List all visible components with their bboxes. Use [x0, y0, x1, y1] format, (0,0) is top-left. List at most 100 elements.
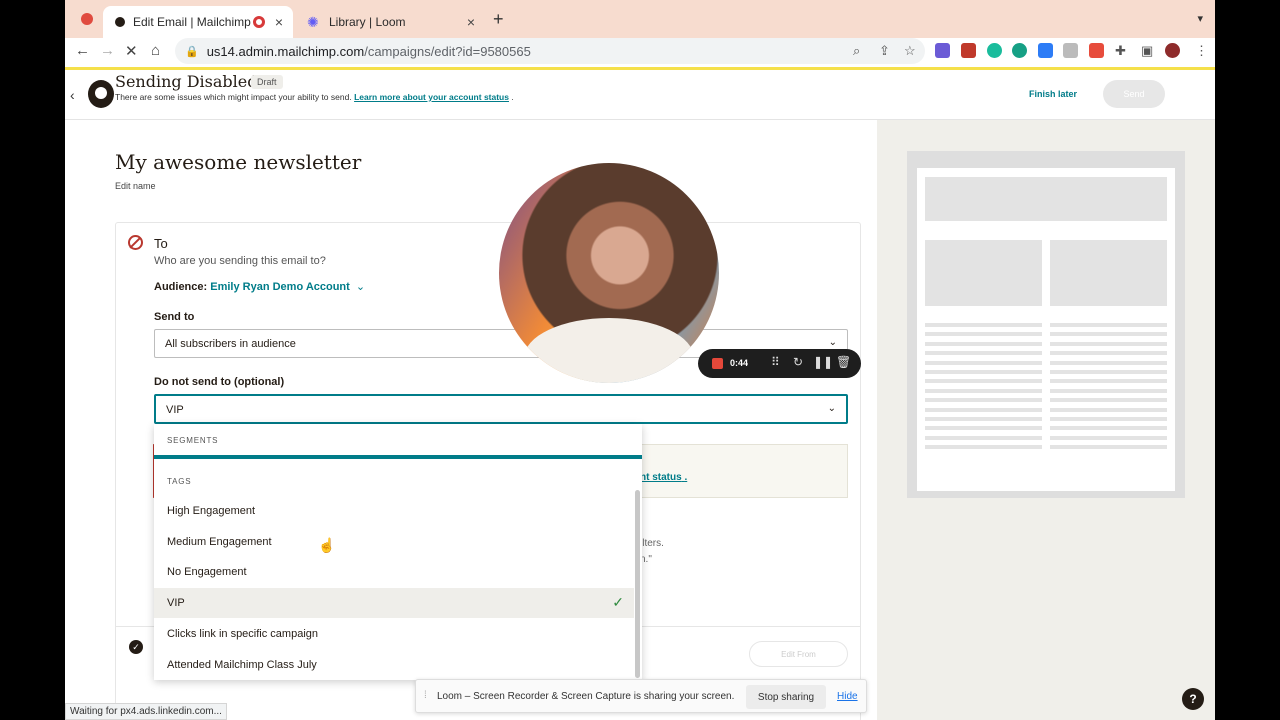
profile-avatar[interactable] — [1165, 43, 1180, 58]
address-bar[interactable]: 🔒 us14.admin.mailchimp.com/campaigns/edi… — [175, 38, 925, 64]
sending-status-title: Sending Disabled — [115, 72, 258, 91]
preview-text-line — [1050, 323, 1167, 327]
side-panel-icon[interactable]: ▣ — [1141, 43, 1153, 59]
browser-toolbar: ← → ✕ ⌂ 🔒 us14.admin.mailchimp.com/campa… — [65, 38, 1215, 66]
browser-menu-icon[interactable]: ⋮ — [1195, 43, 1208, 59]
send-button[interactable]: Send — [1103, 80, 1165, 108]
url-host: us14.admin.mailchimp.com — [206, 43, 365, 59]
recording-indicator — [81, 13, 93, 25]
mailchimp-logo-icon[interactable] — [88, 80, 114, 108]
audience-selector[interactable]: Audience: Emily Ryan Demo Account ⌄ — [154, 280, 365, 293]
preview-text-line — [1050, 360, 1167, 365]
forward-icon[interactable]: → — [100, 42, 115, 59]
check-complete-icon: ✓ — [129, 640, 143, 654]
preview-text-line — [925, 426, 1042, 431]
loom-favicon-icon: ✺ — [307, 14, 319, 30]
zoom-search-icon[interactable]: ⌕ — [853, 43, 860, 59]
account-status-link[interactable]: Learn more about your account status — [354, 92, 509, 102]
dropdown-option[interactable]: Attended Mailchimp Class July — [154, 650, 634, 680]
drag-grip-icon[interactable]: ⁞ — [424, 690, 427, 701]
campaign-header: ‹ Sending Disabled Draft There are some … — [65, 70, 1215, 120]
extension-icon[interactable] — [1038, 43, 1053, 58]
stop-loading-icon[interactable]: ✕ — [125, 42, 138, 60]
audience-name[interactable]: Emily Ryan Demo Account — [210, 281, 350, 293]
stop-recording-icon[interactable] — [712, 358, 723, 369]
dropdown-option[interactable]: Clicks link in specific campaign — [154, 619, 634, 649]
camera-extension-icon[interactable] — [1063, 43, 1078, 58]
preview-text-line — [925, 445, 1042, 450]
preview-text-line — [925, 417, 1042, 421]
chevron-down-icon[interactable]: ⌄ — [829, 337, 837, 348]
preview-text-line — [925, 388, 1042, 393]
browser-window: Edit Email | Mailchimp × ✺ Library | Loo… — [65, 0, 1215, 720]
preview-text-line — [925, 323, 1042, 327]
do-not-send-label: Do not send to (optional) — [154, 376, 285, 388]
send-to-value: All subscribers in audience — [165, 338, 296, 350]
restart-icon[interactable]: ↻ — [793, 355, 803, 369]
tab-mailchimp[interactable]: Edit Email | Mailchimp × — [103, 6, 293, 38]
do-not-send-dropdown[interactable]: SEGMENTS TAGS High Engagement Medium Eng… — [154, 424, 642, 680]
preview-text-line — [1050, 435, 1167, 440]
preview-text-line — [925, 398, 1042, 403]
mailchimp-favicon-icon — [115, 17, 125, 27]
dropdown-option[interactable]: No Engagement — [154, 557, 634, 587]
dropdown-option[interactable]: Medium Engagement — [154, 527, 634, 557]
preview-text-line — [1050, 351, 1167, 356]
option-label: VIP — [167, 597, 185, 609]
tags-header: TAGS — [167, 477, 192, 486]
segments-divider — [154, 455, 642, 459]
hide-link[interactable]: Hide — [837, 691, 858, 702]
url-path: /campaigns/edit?id=9580565 — [364, 43, 531, 59]
dropdown-option[interactable]: High Engagement — [154, 496, 634, 526]
back-icon[interactable]: ← — [75, 42, 90, 59]
stop-sharing-button[interactable]: Stop sharing — [746, 685, 826, 709]
extension-icon[interactable] — [935, 43, 950, 58]
preview-text-line — [925, 370, 1042, 374]
screen-share-bar: ⁞ Loom – Screen Recorder & Screen Captur… — [415, 679, 867, 713]
do-not-send-select[interactable]: VIP ⌄ — [154, 394, 848, 424]
edit-name-link[interactable]: Edit name — [115, 181, 156, 191]
preview-image-block — [1050, 240, 1167, 306]
close-tab-icon[interactable]: × — [467, 14, 475, 30]
home-icon[interactable]: ⌂ — [151, 42, 160, 59]
preview-text-line — [925, 332, 1042, 337]
help-button[interactable]: ? — [1182, 688, 1204, 710]
send-to-label: Send to — [154, 311, 195, 323]
extension-icon[interactable] — [1012, 43, 1027, 58]
tab-search-chevron-icon[interactable]: ▾ — [1197, 12, 1203, 25]
drag-handle-icon[interactable]: ⠿ — [771, 355, 780, 369]
share-message: Loom – Screen Recorder & Screen Capture … — [437, 691, 735, 702]
preview-image-block — [925, 240, 1042, 306]
extensions-puzzle-icon[interactable]: ✚ — [1115, 43, 1126, 59]
filters-help-text: ilters. n." — [640, 536, 664, 568]
extension-icon[interactable] — [961, 43, 976, 58]
bookmark-star-icon[interactable]: ☆ — [904, 43, 916, 59]
checkmark-icon: ✓ — [612, 594, 624, 610]
close-tab-icon[interactable]: × — [275, 14, 283, 30]
preview-text-line — [925, 360, 1042, 365]
loom-camera-bubble[interactable] — [499, 163, 719, 383]
back-chevron-icon[interactable]: ‹ — [70, 87, 75, 103]
tab-loom[interactable]: ✺ Library | Loom × — [295, 6, 485, 38]
lock-icon: 🔒 — [185, 45, 199, 58]
finish-later-button[interactable]: Finish later — [1029, 89, 1077, 99]
account-status-alert-link[interactable]: nt status . — [640, 472, 687, 483]
segments-header: SEGMENTS — [167, 436, 219, 445]
dropdown-option-selected[interactable]: VIP ✓ — [154, 588, 634, 618]
preview-text-line — [1050, 445, 1167, 450]
pause-icon[interactable]: ❚❚ — [813, 355, 833, 369]
chevron-down-icon[interactable]: ⌄ — [828, 403, 836, 414]
extension-icon[interactable] — [987, 43, 1002, 58]
recording-timer: 0:44 — [730, 358, 749, 368]
chevron-down-icon[interactable]: ⌄ — [356, 281, 365, 293]
edit-from-button[interactable]: Edit From — [749, 641, 848, 667]
share-icon[interactable]: ⇪ — [879, 43, 890, 59]
dropdown-scrollbar[interactable] — [635, 490, 640, 678]
to-question: Who are you sending this email to? — [154, 255, 326, 267]
trash-icon[interactable]: 🗑 — [836, 355, 851, 369]
new-tab-icon[interactable]: + — [493, 9, 504, 30]
preview-text-line — [1050, 388, 1167, 393]
extension-icon[interactable] — [1089, 43, 1104, 58]
preview-text-line — [1050, 370, 1167, 374]
option-label: No Engagement — [167, 566, 247, 578]
